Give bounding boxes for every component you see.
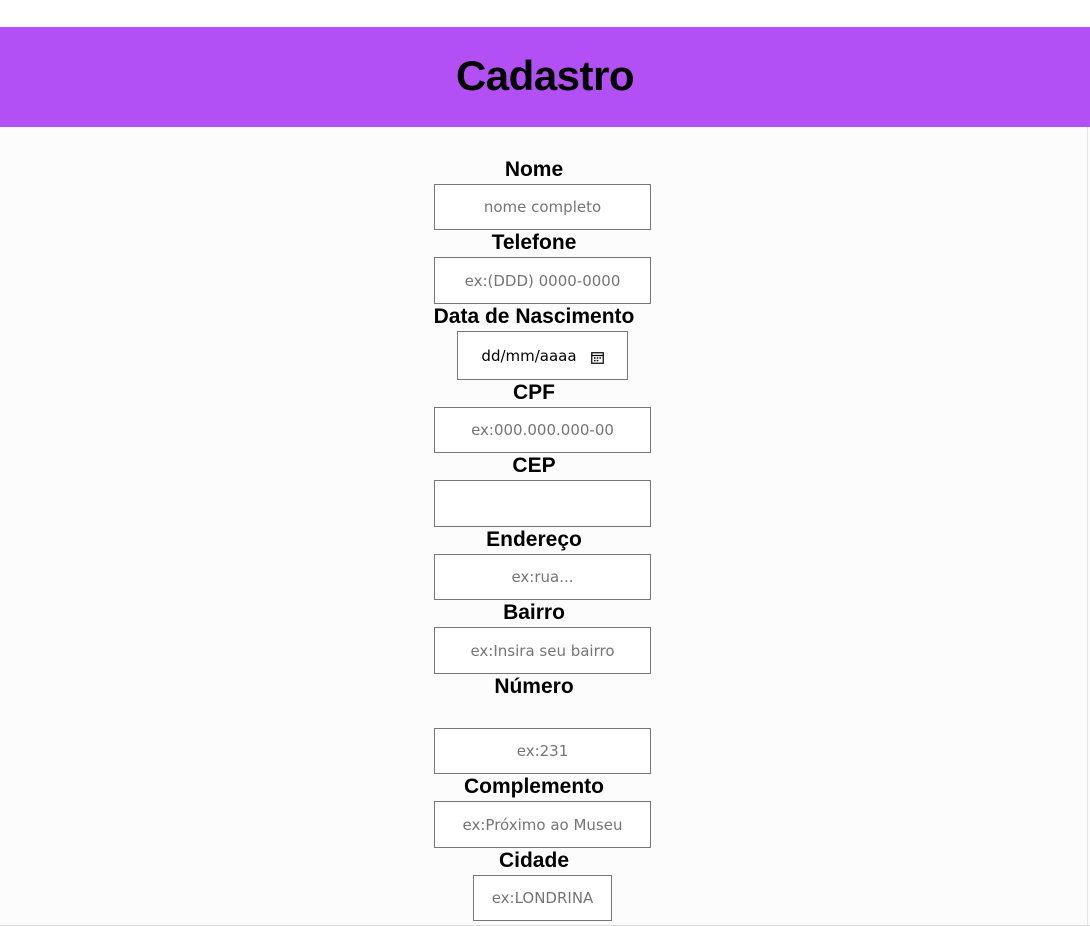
cpf-label: CPF: [513, 381, 555, 404]
page-title: Cadastro: [455, 52, 635, 99]
nascimento-label: Data de Nascimento: [433, 305, 635, 328]
complemento-input[interactable]: [434, 801, 651, 848]
telefone-label: Telefone: [491, 231, 577, 254]
cpf-input[interactable]: [434, 407, 651, 453]
bairro-label: Bairro: [503, 601, 565, 624]
page-header: Cadastro: [0, 27, 1090, 127]
calendar-icon[interactable]: [590, 349, 604, 364]
right-divider: [1087, 127, 1088, 926]
endereco-label: Endereço: [486, 528, 582, 551]
endereco-input[interactable]: [434, 554, 651, 600]
page: Cadastro Nome Telefone Data de Nasciment…: [0, 0, 1090, 926]
numero-input[interactable]: [434, 728, 651, 774]
nome-input[interactable]: [434, 184, 651, 230]
numero-label: Número: [494, 675, 574, 698]
cidade-input[interactable]: [473, 875, 612, 921]
cep-input[interactable]: [434, 480, 651, 527]
cep-label: CEP: [512, 454, 556, 477]
top-strip: [0, 0, 1090, 27]
complemento-label: Complemento: [463, 775, 604, 798]
nascimento-date-input[interactable]: dd/mm/aaaa: [457, 331, 628, 380]
cidade-label: Cidade: [498, 849, 569, 872]
telefone-input[interactable]: [434, 257, 651, 304]
bairro-input[interactable]: [434, 627, 651, 674]
date-format-text: dd/mm/aaaa: [481, 346, 577, 365]
nome-label: Nome: [504, 158, 564, 181]
